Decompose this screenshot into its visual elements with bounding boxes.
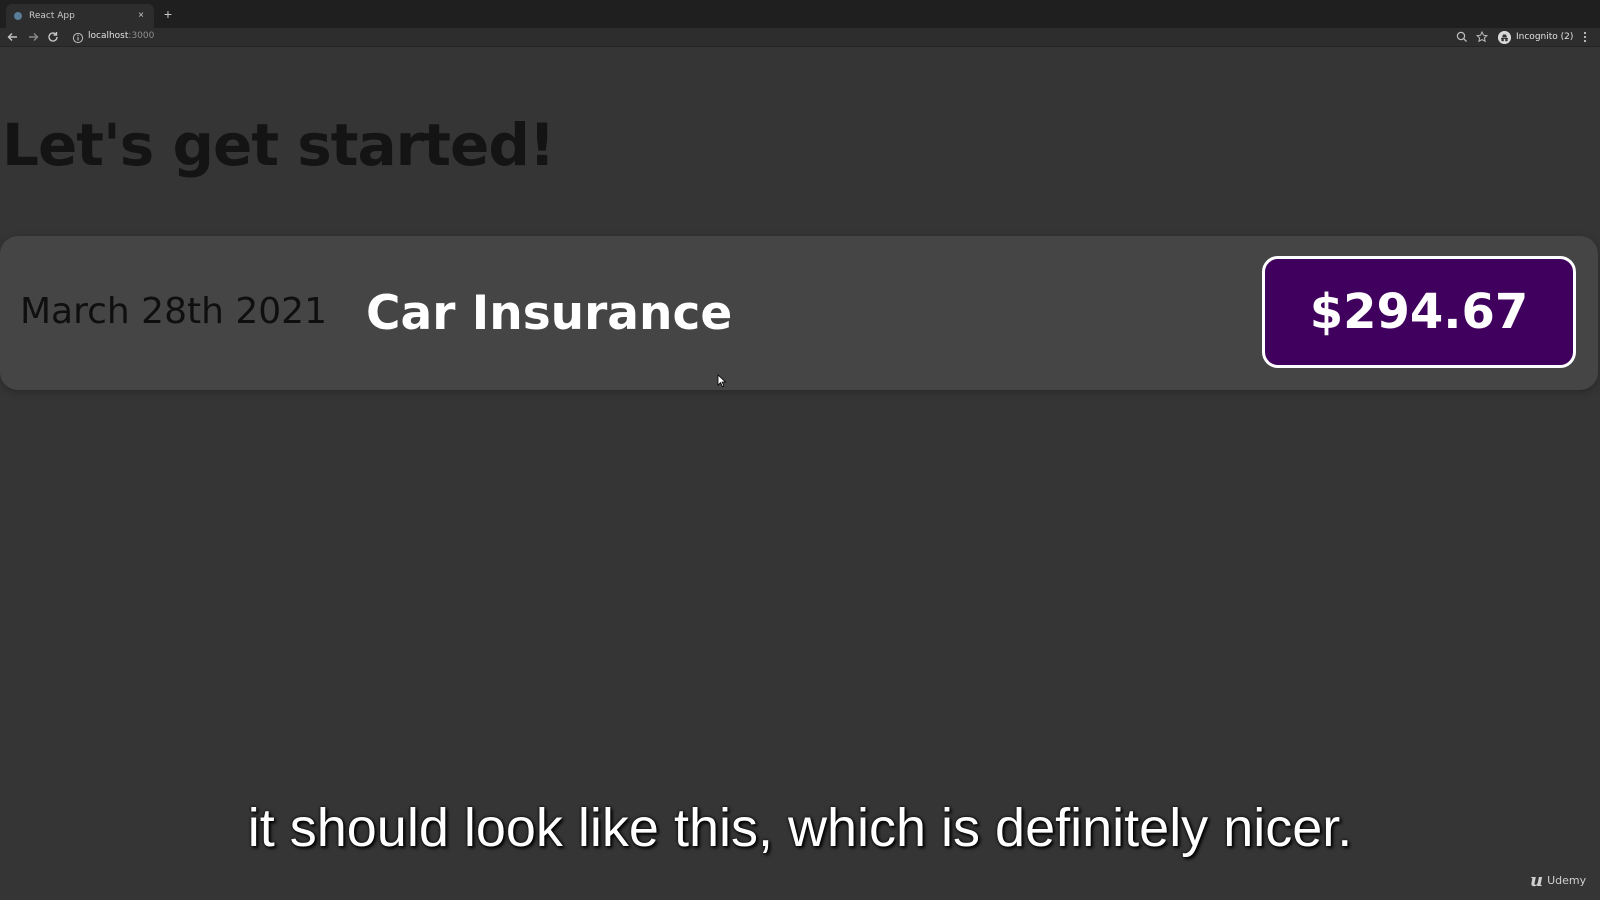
forward-arrow-icon[interactable] xyxy=(25,29,41,45)
mouse-cursor-icon xyxy=(717,374,727,388)
new-tab-button[interactable]: + xyxy=(160,6,176,22)
bookmark-star-icon[interactable] xyxy=(1475,30,1489,44)
react-favicon-icon xyxy=(14,12,22,20)
url-host: localhost xyxy=(88,31,129,41)
back-arrow-icon[interactable] xyxy=(5,29,21,45)
watermark-text: Udemy xyxy=(1547,873,1587,887)
browser-tab[interactable]: React App × xyxy=(6,4,154,28)
url-port: :3000 xyxy=(128,31,155,41)
subtitle-caption: it should look like this, which is defin… xyxy=(247,798,1353,858)
profile-label: Incognito (2) xyxy=(1516,32,1574,42)
tab-title: React App xyxy=(29,11,75,21)
page-content: Let's get started! March 28th 2021 Car I… xyxy=(0,47,1600,900)
more-menu-icon[interactable] xyxy=(1580,30,1590,44)
expense-date: March 28th 2021 xyxy=(20,291,327,332)
incognito-icon xyxy=(1498,30,1511,44)
page-heading: Let's get started! xyxy=(2,111,555,179)
expense-price-badge: $294.67 xyxy=(1262,256,1576,368)
expense-title: Car Insurance xyxy=(366,286,733,341)
reload-icon[interactable] xyxy=(45,29,61,45)
incognito-profile[interactable]: Incognito (2) xyxy=(1498,30,1573,44)
site-info-icon[interactable] xyxy=(72,31,84,44)
udemy-watermark: u Udemy xyxy=(1530,869,1587,891)
zoom-icon[interactable] xyxy=(1455,30,1469,44)
browser-toolbar: localhost:3000 Incognito (2) xyxy=(0,28,1600,47)
browser-tabbar: React App × + xyxy=(0,0,1600,28)
address-bar[interactable]: localhost:3000 xyxy=(88,31,154,41)
udemy-logo-icon: u xyxy=(1530,869,1544,891)
close-tab-icon[interactable]: × xyxy=(134,9,148,23)
expense-item[interactable]: March 28th 2021 Car Insurance $294.67 xyxy=(0,236,1598,390)
